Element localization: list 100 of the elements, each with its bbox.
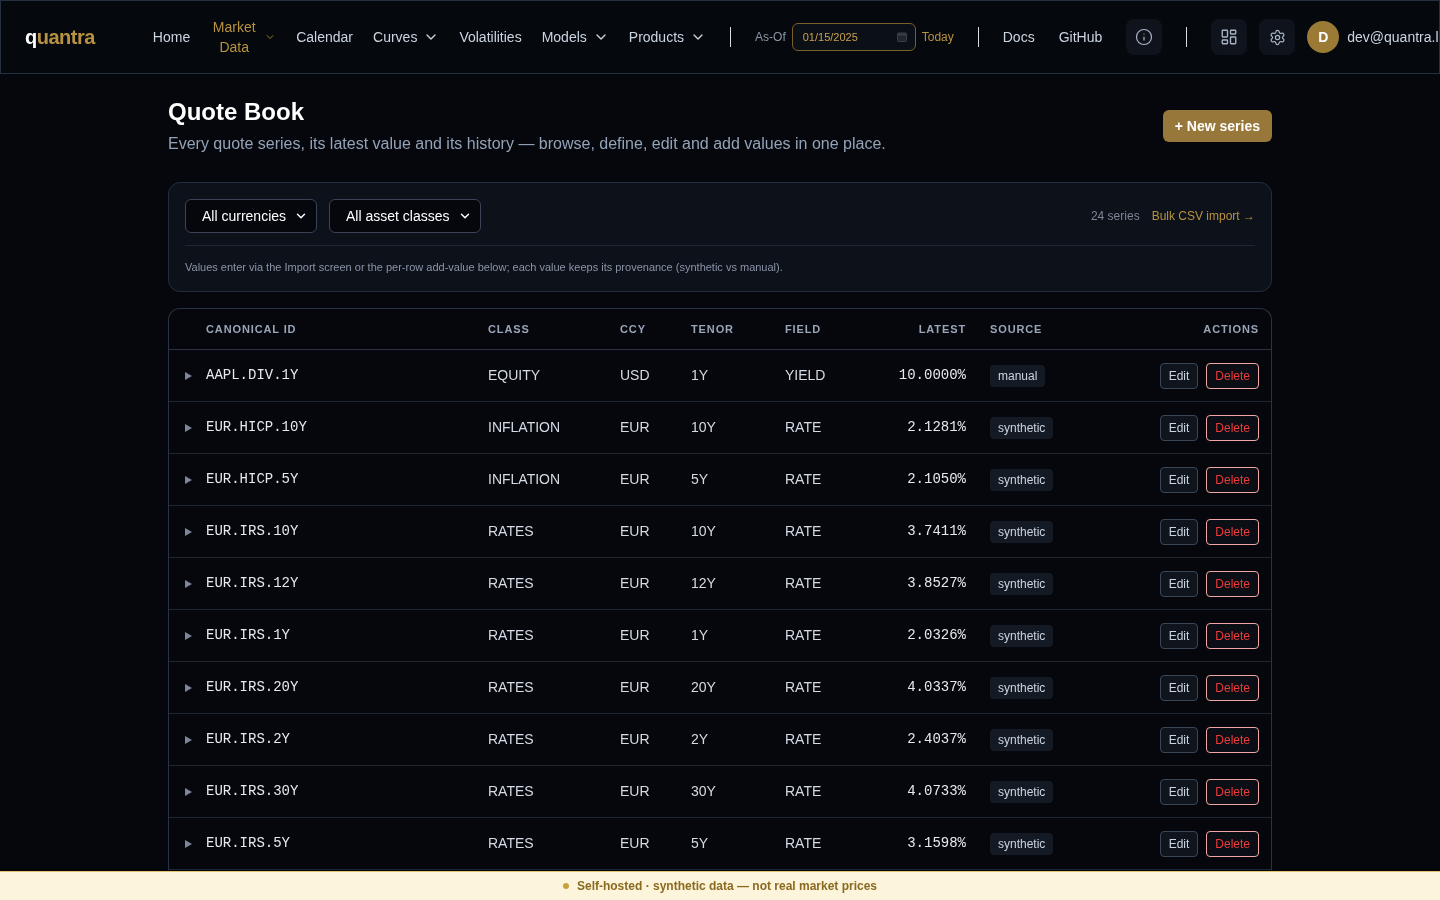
edit-button[interactable]: Edit — [1159, 362, 1199, 389]
date-field[interactable]: 01/15/2025 — [791, 23, 916, 51]
table-cell-text: EUR.IRS.30Y — [206, 782, 299, 801]
user-email: dev@quantra.l — [1347, 27, 1439, 47]
delete-button[interactable]: Delete — [1206, 466, 1259, 493]
table-cell-text: RATES — [488, 834, 534, 853]
column-header: ACTIONS — [1203, 321, 1259, 337]
source-tag: synthetic — [990, 416, 1054, 439]
nav-link[interactable]: Home — [152, 26, 191, 48]
series-count: 24 series — [1090, 208, 1140, 225]
expand-caret-icon[interactable] — [184, 683, 192, 692]
nav-link[interactable]: Calendar — [296, 26, 354, 48]
filter-select[interactable]: All asset classes — [329, 199, 481, 233]
table-cell-text: RATE — [785, 730, 822, 749]
expand-caret-icon[interactable] — [184, 787, 192, 796]
column-header: CLASS — [488, 321, 530, 337]
column-header: LATEST — [918, 321, 966, 337]
table-cell-text: RATES — [488, 730, 534, 749]
table-cell-text: 5Y — [691, 834, 709, 853]
delete-button[interactable]: Delete — [1206, 674, 1259, 701]
table-cell-text: 12Y — [691, 574, 716, 593]
table-cell-text: EUR — [620, 522, 650, 541]
layout-button[interactable] — [1211, 19, 1248, 55]
table-cell-text: YIELD — [785, 366, 826, 385]
source-tag: synthetic — [990, 780, 1054, 803]
edit-button[interactable]: Edit — [1159, 830, 1199, 857]
table-cell-text: RATES — [488, 678, 534, 697]
edit-button[interactable]: Edit — [1159, 570, 1199, 597]
table-cell-text: RATE — [785, 574, 822, 593]
edit-button[interactable]: Edit — [1159, 674, 1199, 701]
bulk-import-link[interactable]: Bulk CSV import → — [1151, 207, 1255, 225]
as-of-label: As-Of — [755, 29, 786, 46]
nav-link[interactable]: Docs — [1002, 26, 1035, 48]
table-cell-text: EUR.IRS.1Y — [206, 626, 290, 645]
table-cell-text: EUR.IRS.10Y — [206, 522, 299, 541]
table-cell-text: 3.7411% — [907, 522, 966, 541]
expand-caret-icon[interactable] — [184, 475, 192, 484]
delete-button[interactable]: Delete — [1206, 518, 1259, 545]
table-cell-text: EUR.IRS.12Y — [206, 574, 299, 593]
table-cell-text: EUR.IRS.5Y — [206, 834, 290, 853]
table-cell-text: RATE — [785, 834, 822, 853]
expand-caret-icon[interactable] — [184, 579, 192, 588]
source-tag: synthetic — [990, 468, 1054, 491]
table-cell-text: 10.0000% — [898, 366, 966, 385]
today-link[interactable]: Today — [921, 28, 954, 46]
nav-link[interactable]: Volatilities — [459, 26, 522, 48]
quantra-logo[interactable]: quantra — [25, 22, 95, 52]
edit-button[interactable]: Edit — [1159, 778, 1199, 805]
delete-button[interactable]: Delete — [1206, 362, 1259, 389]
delete-button[interactable]: Delete — [1206, 778, 1259, 805]
delete-button[interactable]: Delete — [1206, 570, 1259, 597]
nav-link[interactable]: Products — [628, 26, 707, 48]
edit-button[interactable]: Edit — [1159, 466, 1199, 493]
table-cell-text: EUR — [620, 834, 650, 853]
column-header: SOURCE — [990, 321, 1043, 337]
table-cell-text: 3.1598% — [907, 834, 966, 853]
nav-link[interactable]: Market Data — [210, 17, 277, 57]
delete-button[interactable]: Delete — [1206, 726, 1259, 753]
table-cell-text: RATES — [488, 626, 534, 645]
expand-caret-icon[interactable] — [184, 527, 192, 536]
column-header: TENOR — [691, 321, 734, 337]
source-tag: synthetic — [990, 520, 1054, 543]
settings-button[interactable] — [1259, 19, 1296, 55]
expand-caret-icon[interactable] — [184, 839, 192, 848]
edit-button[interactable]: Edit — [1159, 518, 1199, 545]
table-cell-text: EUR.IRS.20Y — [206, 678, 299, 697]
user-avatar[interactable]: D — [1307, 21, 1340, 53]
delete-button[interactable]: Delete — [1206, 622, 1259, 649]
table-cell-text: 10Y — [691, 522, 716, 541]
expand-caret-icon[interactable] — [184, 735, 192, 744]
table-cell-text: 5Y — [691, 470, 709, 489]
expand-caret-icon[interactable] — [184, 371, 192, 380]
source-tag: synthetic — [990, 572, 1054, 595]
table-cell-text: EUR.IRS.2Y — [206, 730, 290, 749]
nav-link[interactable]: Models — [541, 26, 609, 48]
expand-caret-icon[interactable] — [184, 423, 192, 432]
table-cell-text: 2.1281% — [907, 418, 966, 437]
table-cell-text: 2.0326% — [907, 626, 966, 645]
table-cell-text: 1Y — [691, 366, 709, 385]
table-cell-text: 4.0337% — [907, 678, 966, 697]
table-cell-text: RATES — [488, 522, 534, 541]
edit-button[interactable]: Edit — [1159, 414, 1199, 441]
table-cell-text: EUR.HICP.10Y — [206, 418, 307, 437]
new-series-button[interactable]: + New series — [1162, 110, 1272, 142]
table-cell-text: RATES — [488, 782, 534, 801]
delete-button[interactable]: Delete — [1206, 414, 1259, 441]
nav-link[interactable]: Curves — [373, 26, 440, 48]
info-button[interactable] — [1126, 19, 1163, 55]
table-cell-text: EQUITY — [488, 366, 541, 385]
status-dot-icon — [562, 883, 569, 889]
expand-caret-icon[interactable] — [184, 631, 192, 640]
filter-select[interactable]: All currencies — [185, 199, 318, 233]
edit-button[interactable]: Edit — [1159, 726, 1199, 753]
nav-link[interactable]: GitHub — [1058, 26, 1103, 48]
table-cell-text: INFLATION — [488, 470, 561, 489]
table-cell-text: EUR — [620, 418, 650, 437]
delete-button[interactable]: Delete — [1206, 830, 1259, 857]
edit-button[interactable]: Edit — [1159, 622, 1199, 649]
table-cell-text: RATE — [785, 626, 822, 645]
page-subtitle: Every quote series, its latest value and its history — browse, define, edit and add values in one place. — [168, 134, 886, 154]
